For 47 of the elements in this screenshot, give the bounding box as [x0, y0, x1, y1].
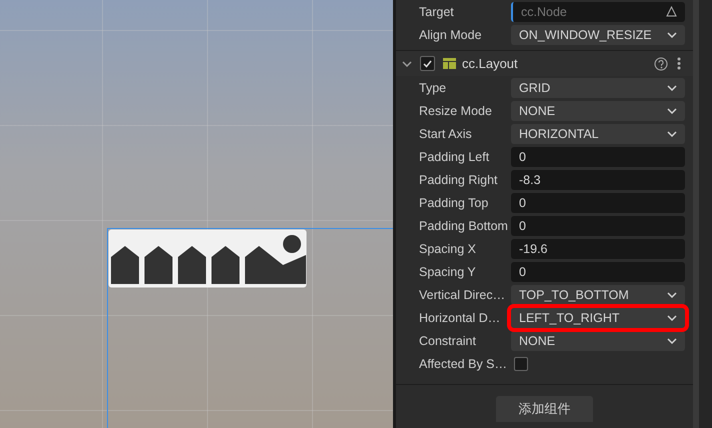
more-icon[interactable] [677, 57, 681, 70]
chevron-down-icon [667, 108, 677, 114]
property-label: Affected By S… [419, 356, 508, 370]
add-component-button[interactable]: 添加组件 [496, 396, 593, 422]
property-label: Start Axis [419, 126, 473, 140]
number-field[interactable]: 0 [511, 192, 685, 212]
property-label: Resize Mode [419, 104, 493, 118]
dropdown[interactable]: ON_WINDOW_RESIZE [511, 24, 685, 44]
property-label: Constraint [419, 334, 477, 348]
dropdown[interactable]: NONE [511, 100, 685, 120]
property-label: Type [419, 80, 448, 94]
chevron-down-icon [667, 314, 677, 320]
target-icon [666, 6, 677, 17]
number-field[interactable]: 0 [511, 216, 685, 236]
chevron-icon[interactable] [402, 60, 412, 66]
dropdown[interactable]: TOP_TO_BOTTOM [511, 284, 685, 304]
help-icon[interactable] [654, 56, 668, 70]
property-label: Padding Left [419, 150, 490, 164]
scrollbar[interactable] [693, 0, 712, 428]
component-title: cc.Layout [462, 56, 519, 71]
property-label: Padding Bottom [419, 218, 509, 232]
node-field[interactable]: cc.Node [511, 2, 685, 22]
chevron-down-icon [667, 292, 677, 298]
number-field[interactable]: -8.3 [511, 170, 685, 190]
dropdown[interactable]: NONE [511, 330, 685, 350]
property-label: Vertical Direc… [419, 288, 506, 302]
number-field[interactable]: 0 [511, 262, 685, 282]
chevron-down-icon [667, 338, 677, 344]
checkbox[interactable] [514, 356, 528, 370]
property-label: Align Mode [419, 28, 483, 42]
layout-icon [443, 58, 456, 69]
chevron-down-icon [667, 32, 677, 38]
property-label: Spacing X [419, 242, 477, 256]
check-icon [423, 60, 432, 68]
number-field[interactable]: -19.6 [511, 238, 685, 258]
property-label: Target [419, 4, 455, 18]
property-label: Horizontal D… [419, 310, 502, 324]
dropdown[interactable]: HORIZONTAL [511, 124, 685, 144]
number-field[interactable]: 0 [511, 146, 685, 166]
property-label: Padding Top [419, 196, 490, 210]
dropdown[interactable]: GRID [511, 78, 685, 98]
chevron-down-icon [667, 84, 677, 90]
enable-checkbox[interactable] [420, 56, 435, 71]
property-label: Spacing Y [419, 264, 477, 278]
property-label: Padding Right [419, 172, 499, 186]
dropdown[interactable]: LEFT_TO_RIGHT [511, 308, 685, 328]
chevron-down-icon [667, 130, 677, 136]
